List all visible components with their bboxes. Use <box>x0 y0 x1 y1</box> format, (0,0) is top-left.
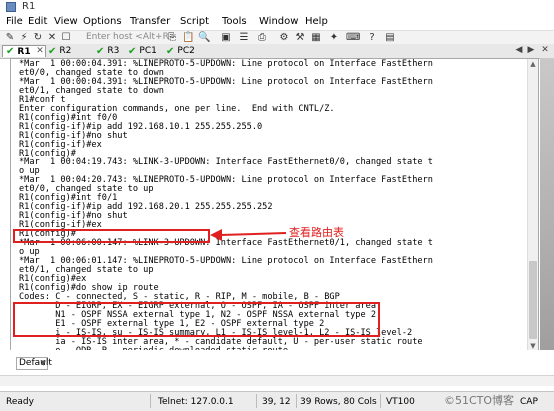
tab-scroll-left-icon[interactable]: ◀ <box>514 45 524 55</box>
tools-icon[interactable]: ⚒ <box>294 32 306 43</box>
connected-check-icon: ✔ <box>96 45 105 57</box>
terminal-area[interactable]: *Mar 1 00:00:04.391: %LINEPROTO-5-UPDOWN… <box>10 58 539 352</box>
annotation-arrow <box>210 229 287 241</box>
keymap-icon[interactable]: ⌨ <box>346 32 360 43</box>
vertical-scrollbar[interactable]: ▲ ▼ <box>527 59 538 351</box>
tab-label: PC1 <box>139 46 157 56</box>
connected-check-icon: ✔ <box>166 45 175 57</box>
scroll-thumb[interactable] <box>529 261 537 339</box>
tab-scroll-right-icon[interactable]: ▶ <box>526 45 536 55</box>
copy-icon[interactable]: ⎘ <box>166 32 178 43</box>
menu-script[interactable]: Script <box>180 16 209 27</box>
tab-r2[interactable]: ✔ R2 <box>48 45 94 57</box>
disconnect-icon[interactable]: ✕ <box>46 32 58 43</box>
menu-edit[interactable]: Edit <box>28 16 47 27</box>
menu-transfer[interactable]: Transfer <box>130 16 170 27</box>
session-icon[interactable]: ☐ <box>60 32 72 43</box>
menu-view[interactable]: View <box>54 16 78 27</box>
status-separator <box>296 394 297 408</box>
tab-r1[interactable]: ✔ R1 ✕ <box>2 45 46 57</box>
scroll-up-icon[interactable]: ▲ <box>528 59 538 69</box>
panel-icon[interactable]: ▤ <box>384 32 396 43</box>
log-icon[interactable]: ☰ <box>238 32 250 43</box>
tab-label: R1 <box>17 46 31 57</box>
host-input[interactable]: Enter host <Alt+R> <box>86 32 176 42</box>
find-icon[interactable]: 🔍 <box>198 32 210 43</box>
menu-window[interactable]: Window <box>259 16 298 27</box>
settings-icon[interactable]: ⚙ <box>278 32 290 43</box>
connect-icon[interactable]: ✎ <box>4 32 16 43</box>
status-size: 39 Rows, 80 Cols <box>300 397 377 407</box>
chevron-down-icon: ▼ <box>40 359 46 367</box>
session-dropdown[interactable]: Default ▼ <box>16 357 52 370</box>
menu-help[interactable]: Help <box>305 16 328 27</box>
menu-tools[interactable]: Tools <box>222 16 247 27</box>
close-tab-icon[interactable]: ✕ <box>35 46 45 56</box>
terminal-output[interactable]: *Mar 1 00:00:04.391: %LINEPROTO-5-UPDOWN… <box>19 60 529 351</box>
status-caps: CAP <box>520 397 538 407</box>
watermark: ©51CTO博客 <box>444 394 515 407</box>
annotation-label: 查看路由表 <box>289 226 344 239</box>
connected-check-icon: ✔ <box>6 46 15 57</box>
print-icon[interactable]: ⎙ <box>256 32 268 43</box>
app-icon <box>6 2 16 12</box>
status-cursor: 39, 12 <box>262 397 291 407</box>
tab-label: PC2 <box>177 46 195 56</box>
connected-check-icon: ✔ <box>48 45 57 57</box>
window-title: R1 <box>22 1 36 12</box>
session-tab-bar: ✔ R1 ✕ ✔ R2 ✔ R3 ✔ PC1 ✔ PC2 ◀ ▶ ✕ <box>0 44 554 59</box>
status-separator <box>380 394 381 408</box>
connected-check-icon: ✔ <box>128 45 137 57</box>
status-separator <box>150 394 151 408</box>
tab-pc2[interactable]: ✔ PC2 <box>166 45 206 57</box>
reconnect-icon[interactable]: ↻ <box>32 32 44 43</box>
quick-connect-icon[interactable]: ⚡ <box>18 32 30 43</box>
status-separator <box>256 394 257 408</box>
dropdown-value: Default <box>19 358 52 368</box>
title-bar: R1 <box>0 0 554 15</box>
new-session-icon[interactable]: ▣ <box>220 32 232 43</box>
horizontal-scrollbar[interactable] <box>0 375 554 386</box>
status-emulation: VT100 <box>386 397 415 407</box>
status-connection: Telnet: 127.0.0.1 <box>158 397 234 407</box>
tab-label: R3 <box>107 46 120 56</box>
status-ready: Ready <box>6 397 34 407</box>
menu-options[interactable]: Options <box>83 16 122 27</box>
close-all-icon[interactable]: ✕ <box>540 45 550 55</box>
sftp-icon[interactable]: ▦ <box>310 32 322 43</box>
tab-pc1[interactable]: ✔ PC1 <box>128 45 168 57</box>
background-window-edge <box>540 58 554 350</box>
script-icon[interactable]: ✦ <box>328 32 340 43</box>
menu-bar: File Edit View Options Transfer Script T… <box>0 14 554 30</box>
help-icon[interactable]: ? <box>366 32 378 43</box>
paste-icon[interactable]: 📋 <box>182 32 194 43</box>
tab-label: R2 <box>59 46 72 56</box>
menu-file[interactable]: File <box>6 16 23 27</box>
